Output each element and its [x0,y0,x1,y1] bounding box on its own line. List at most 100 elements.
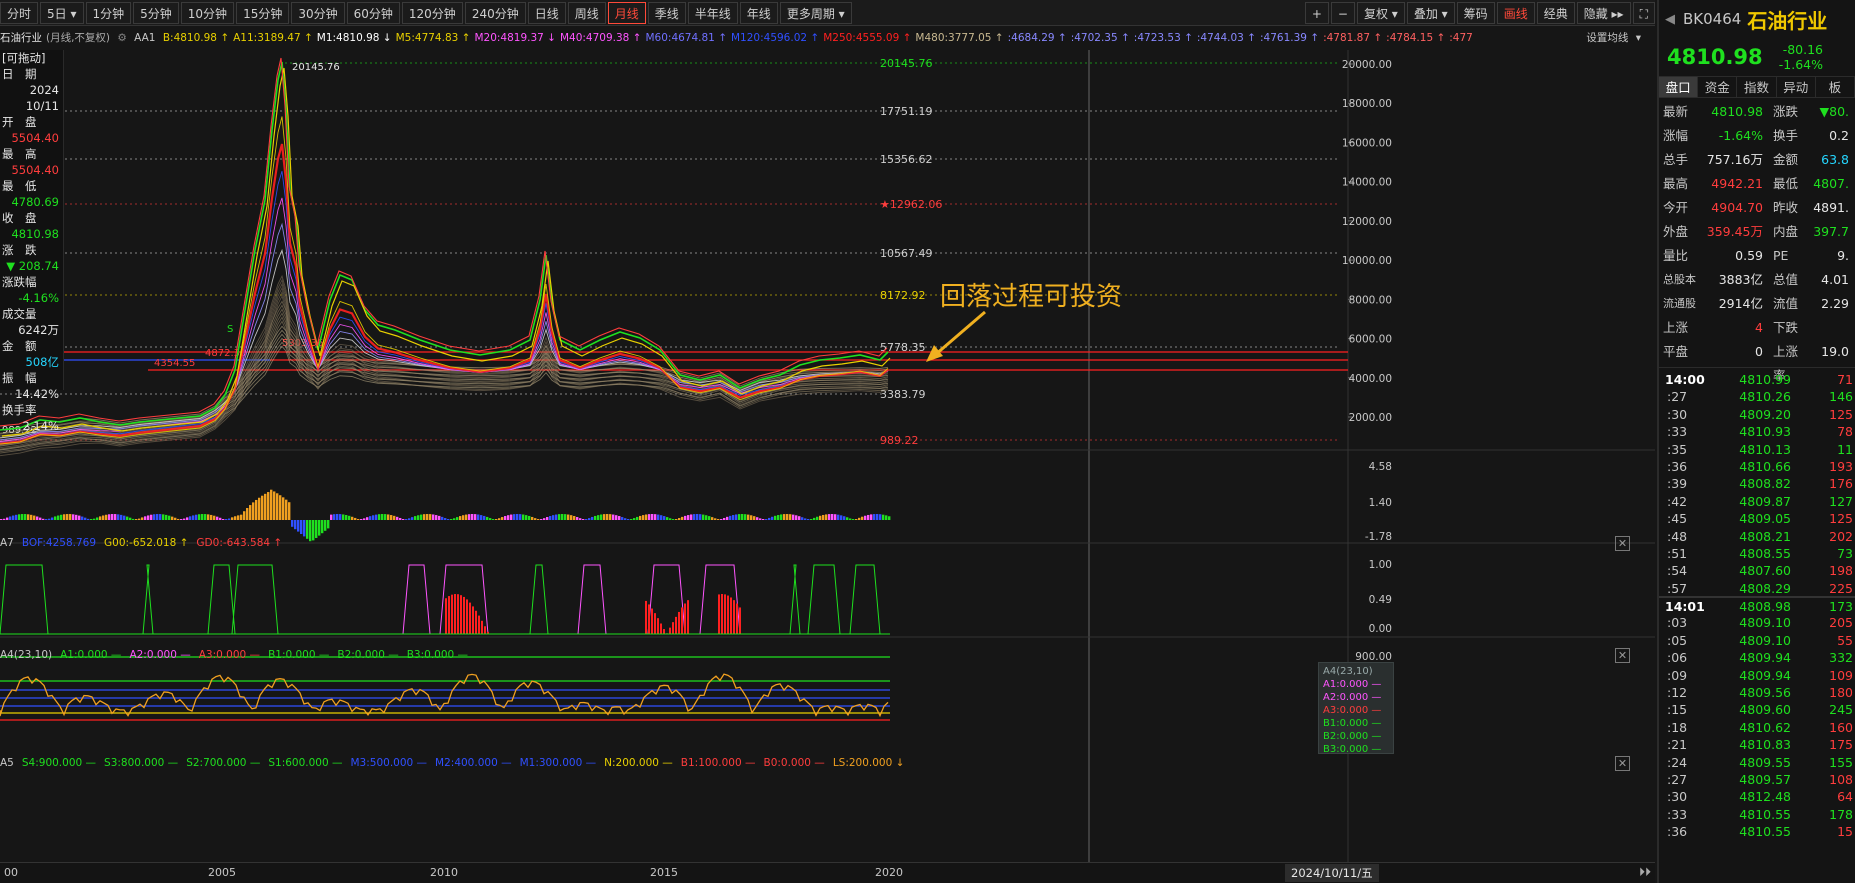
tab-period[interactable]: 季线 [647,1,686,24]
quote-key: 下跌 [1773,320,1799,335]
tool-button[interactable]: + [1304,2,1329,24]
tab-period[interactable]: 15分钟 [236,1,290,24]
signal-band [402,564,431,635]
indicator-bar [384,514,387,520]
close-icon[interactable]: ✕ [1615,756,1630,771]
indicator-bar [501,517,504,520]
info-label: 换手率 [2,403,37,417]
signal-bar [669,627,671,634]
indicator-value: B0:0.000 — [763,757,825,769]
indicator-bar [396,516,399,520]
indicator-bar [699,514,702,520]
indicator-value: LS:200.000 ↓ [832,757,905,769]
indicator-bar [540,519,543,520]
tab-period[interactable]: 日线 [527,1,566,24]
tab-period[interactable]: 半年线 [687,1,738,24]
quote-key: 涨跌 [1773,104,1799,119]
tick-price: 4808.29 [1739,580,1791,596]
close-icon[interactable]: ✕ [1615,536,1630,551]
ma-value: M40:4709.38 ↑ [559,32,642,44]
tab-period[interactable]: 5分钟 [133,1,179,24]
indicator-bar [195,514,198,520]
quote-tab[interactable]: 板 [1816,77,1855,97]
quote-value: 4807. [1813,176,1849,191]
indicator-bar [135,519,138,520]
indicator-bar [429,514,432,520]
sub2-axis-label: 0.00 [1369,623,1392,635]
tool-button[interactable]: 筹码 [1456,2,1495,24]
indicator-value: S1:600.000 — [268,757,343,769]
quote-tab[interactable]: 异动 [1777,77,1816,97]
tool-button[interactable]: 复权 ▾ [1356,2,1405,24]
tab-period[interactable]: 月线 [607,1,646,24]
tab-period[interactable]: 分时 [0,1,39,24]
close-icon[interactable]: ✕ [1615,648,1630,663]
info-label: 涨跌幅 [2,275,37,289]
price-tick-label: 16000.00 [1342,137,1392,149]
tool-button[interactable]: 隐藏 ▸▸ [1576,2,1631,24]
indicator-bar [744,514,747,520]
quote-row: 最新 4810.98 涨跌 ▼80. [1659,100,1855,124]
quote-value [1809,316,1849,340]
tab-period[interactable]: 10分钟 [180,1,235,24]
tab-period[interactable]: 周线 [567,1,606,24]
ma-settings-button[interactable]: 设置均线 ▾ [1582,27,1641,49]
indicator-bar [270,489,273,520]
indicator-bar [582,519,585,520]
tab-period[interactable]: 30分钟 [291,1,345,24]
indicator-bar [39,517,42,520]
tool-button[interactable]: 叠加 ▾ [1406,2,1455,24]
signal-bar [478,615,480,634]
tick-time: :12 [1667,685,1688,701]
legend-entry: A1:0.000 — [1323,679,1382,690]
indicator-bar [276,493,279,520]
kline-chart-area[interactable]: 20000.00 18000.00 16000.00 14000.00 12000.00… [0,50,1655,862]
tab-period[interactable]: 年线 [739,1,778,24]
tick-volume: 71 [1837,372,1853,387]
indicator-bar [849,518,852,520]
indicator-bar [888,516,891,520]
signal-band [577,564,607,635]
quote-tab[interactable]: 资金 [1698,77,1738,97]
tab-period[interactable]: 120分钟 [401,1,463,24]
price-tick-label: 2000.00 [1349,412,1392,424]
ma-value: :4702.35 ↑ [1070,32,1130,44]
tab-period[interactable]: 5日 ▾ [40,1,84,24]
tool-button[interactable]: 经典 [1536,2,1575,24]
tick-price: 4810.83 [1739,737,1791,753]
indicator-bar [843,516,846,520]
indicator-bar [600,514,603,520]
tick-time: :30 [1667,406,1688,422]
tab-period[interactable]: 240分钟 [464,1,526,24]
quote-key: 上涨 [1663,320,1689,335]
tick-list[interactable]: 14:00 4810.99 71:27 4810.26 146:30 4809.20 125… [1659,368,1855,841]
info-value: 5504.40 [11,131,59,145]
draggable-label[interactable]: [可拖动] [2,50,63,66]
annotation-arrow [934,310,986,357]
tab-period[interactable]: 60分钟 [346,1,400,24]
indicator-bar [423,514,426,520]
indicator-bar [69,514,72,520]
tab-period[interactable]: 更多周期 ▾ [779,1,852,24]
info-value: 2024 [29,83,59,97]
info-value: 10/11 [25,99,59,113]
indicator-bar [729,515,732,520]
indicator-bar [474,514,477,520]
quote-tab[interactable]: 盘口 [1659,77,1699,97]
index-name: 石油行业 [0,32,42,44]
indicator-bar [255,499,258,520]
indicator-bar [174,517,177,520]
tool-button[interactable]: 画线 [1496,2,1535,24]
indicator-bar [210,514,213,520]
back-arrow-icon[interactable]: ◀ [1665,12,1675,27]
tool-button[interactable]: − [1330,2,1355,24]
indicator-bar [420,514,423,520]
quote-tab[interactable]: 指数 [1737,77,1777,97]
indicator-bar [261,495,264,520]
tab-period[interactable]: 1分钟 [85,1,132,24]
indicator-value: G00:-652.018 ↑ [104,537,189,549]
signal-bar [484,626,486,634]
scroll-right-icon[interactable]: ⏵⏵ [1639,865,1651,880]
gear-icon[interactable]: ⚙ [117,32,126,44]
fullscreen-icon[interactable]: ⛶ [1632,2,1655,24]
